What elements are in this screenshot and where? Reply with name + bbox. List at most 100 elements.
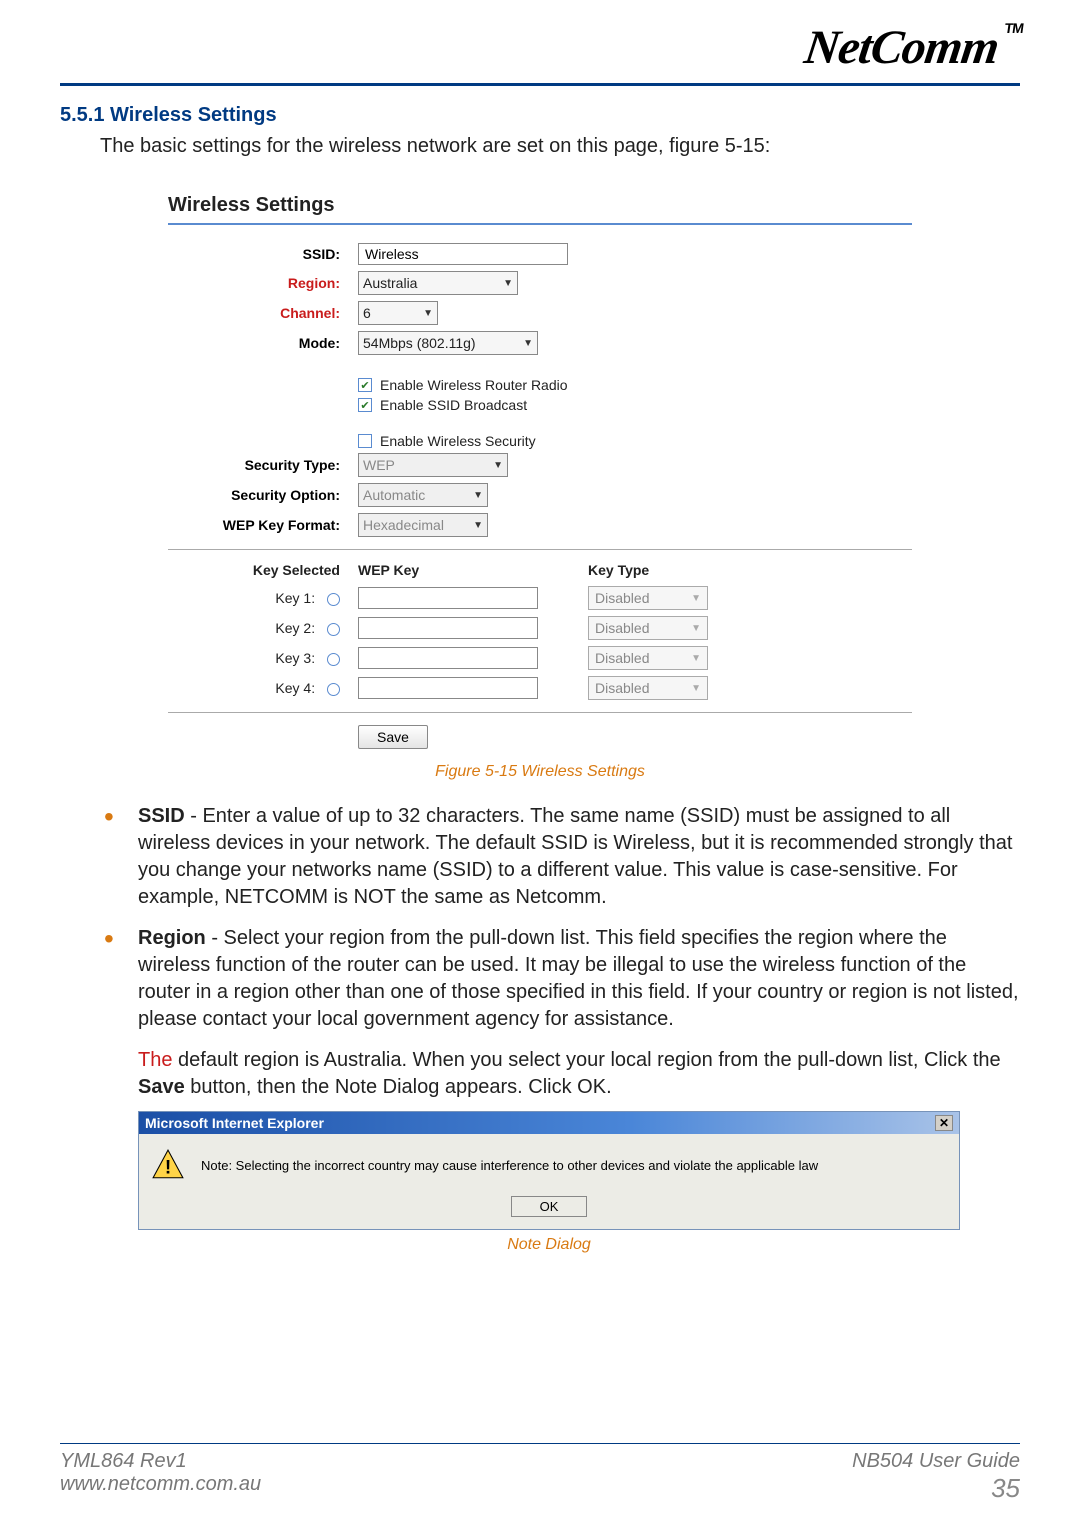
close-icon[interactable]: ✕: [935, 1115, 953, 1131]
mode-label: Mode:: [168, 335, 358, 351]
footer-guide: NB504 User Guide: [852, 1450, 1020, 1473]
divider: [168, 549, 912, 550]
chevron-down-icon: ▼: [473, 490, 483, 501]
wep-key-input[interactable]: [358, 587, 538, 609]
key-type-select[interactable]: Disabled ▼: [588, 646, 708, 670]
footer-page: 35: [852, 1473, 1020, 1504]
key-radio[interactable]: [327, 593, 340, 606]
page-footer: YML864 Rev1 www.netcomm.com.au NB504 Use…: [60, 1443, 1020, 1504]
section-heading: 5.5.1 Wireless Settings: [60, 104, 1020, 127]
chevron-down-icon: ▼: [691, 623, 701, 634]
figure-caption: Figure 5-15 Wireless Settings: [60, 763, 1020, 781]
brand-tm: TM: [1003, 20, 1023, 36]
key-type-value: Disabled: [595, 620, 649, 636]
wep-format-value: Hexadecimal: [363, 517, 444, 533]
ssid-input[interactable]: [358, 243, 568, 265]
wep-key-input[interactable]: [358, 647, 538, 669]
wep-header-selected: Key Selected: [168, 562, 358, 578]
enable-wireless-security-checkbox[interactable]: [358, 434, 372, 448]
key-radio[interactable]: [327, 683, 340, 696]
footer-url: www.netcomm.com.au: [60, 1473, 261, 1496]
enable-wireless-security-label: Enable Wireless Security: [380, 433, 536, 449]
wep-key-row: Key 3: Disabled ▼: [168, 646, 912, 670]
chevron-down-icon: ▼: [691, 593, 701, 604]
security-type-select[interactable]: WEP ▼: [358, 453, 508, 477]
svg-text:!: !: [165, 1158, 171, 1179]
security-option-select[interactable]: Automatic ▼: [358, 483, 488, 507]
wep-key-input[interactable]: [358, 677, 538, 699]
wep-format-label: WEP Key Format:: [168, 517, 358, 533]
save-button[interactable]: Save: [358, 725, 428, 749]
chevron-down-icon: ▼: [503, 278, 513, 289]
key-type-select[interactable]: Disabled ▼: [588, 586, 708, 610]
ok-button[interactable]: OK: [511, 1196, 588, 1217]
wireless-settings-panel: Wireless Settings SSID: Region: Australi…: [150, 182, 930, 755]
dialog-titlebar: Microsoft Internet Explorer ✕: [139, 1112, 959, 1134]
channel-label: Channel:: [168, 305, 358, 321]
chevron-down-icon: ▼: [473, 520, 483, 531]
enable-ssid-broadcast-label: Enable SSID Broadcast: [380, 397, 527, 413]
divider: [168, 712, 912, 713]
key-type-value: Disabled: [595, 650, 649, 666]
chevron-down-icon: ▼: [523, 338, 533, 349]
channel-select[interactable]: 6 ▼: [358, 301, 438, 325]
bullet-region-text: - Select your region from the pull-down …: [138, 927, 1019, 1030]
note-text-a: default region is Australia. When you se…: [172, 1049, 1000, 1071]
bullet-region: Region - Select your region from the pul…: [104, 925, 1020, 1033]
wep-format-select[interactable]: Hexadecimal ▼: [358, 513, 488, 537]
brand-logo: NetCommTM: [801, 20, 1024, 75]
key-label: Key 3:: [275, 650, 315, 666]
enable-router-radio-label: Enable Wireless Router Radio: [380, 377, 568, 393]
key-radio[interactable]: [327, 653, 340, 666]
chevron-down-icon: ▼: [691, 653, 701, 664]
channel-value: 6: [363, 305, 371, 321]
wep-key-row: Key 2: Disabled ▼: [168, 616, 912, 640]
dialog-body-text: Note: Selecting the incorrect country ma…: [201, 1158, 818, 1173]
wep-key-row: Key 4: Disabled ▼: [168, 676, 912, 700]
region-label: Region:: [168, 275, 358, 291]
security-option-label: Security Option:: [168, 487, 358, 503]
enable-ssid-broadcast-checkbox[interactable]: [358, 398, 372, 412]
key-type-select[interactable]: Disabled ▼: [588, 616, 708, 640]
note-save-bold: Save: [138, 1076, 185, 1098]
chevron-down-icon: ▼: [423, 308, 433, 319]
mode-select[interactable]: 54Mbps (802.11g) ▼: [358, 331, 538, 355]
security-type-value: WEP: [363, 457, 395, 473]
key-type-value: Disabled: [595, 590, 649, 606]
divider: [168, 223, 912, 225]
footer-rev: YML864 Rev1: [60, 1450, 261, 1473]
wep-table-header: Key Selected WEP Key Key Type: [168, 562, 912, 578]
brand-name: NetComm: [801, 21, 1001, 74]
key-label: Key 4:: [275, 680, 315, 696]
bullet-ssid-head: SSID: [138, 805, 185, 827]
note-the: The: [138, 1049, 172, 1071]
security-option-value: Automatic: [363, 487, 425, 503]
key-type-select[interactable]: Disabled ▼: [588, 676, 708, 700]
dialog-title-text: Microsoft Internet Explorer: [145, 1115, 324, 1131]
wep-header-type: Key Type: [588, 562, 748, 578]
warning-icon: !: [151, 1148, 185, 1182]
section-title: Wireless Settings: [110, 104, 277, 126]
note-paragraph: The default region is Australia. When yo…: [138, 1047, 1020, 1101]
dialog-caption: Note Dialog: [138, 1236, 960, 1254]
section-number: 5.5.1: [60, 104, 104, 126]
region-value: Australia: [363, 275, 417, 291]
ssid-label: SSID:: [168, 246, 358, 262]
wep-key-row: Key 1: Disabled ▼: [168, 586, 912, 610]
key-radio[interactable]: [327, 623, 340, 636]
note-text-b: button, then the Note Dialog appears. Cl…: [185, 1076, 612, 1098]
panel-title: Wireless Settings: [168, 194, 912, 217]
key-type-value: Disabled: [595, 680, 649, 696]
wep-key-input[interactable]: [358, 617, 538, 639]
enable-router-radio-checkbox[interactable]: [358, 378, 372, 392]
key-label: Key 1:: [275, 590, 315, 606]
intro-text: The basic settings for the wireless netw…: [100, 135, 1020, 158]
chevron-down-icon: ▼: [691, 683, 701, 694]
key-label: Key 2:: [275, 620, 315, 636]
bullet-region-head: Region: [138, 927, 206, 949]
page-header: NetCommTM: [60, 20, 1020, 86]
bullet-ssid: SSID - Enter a value of up to 32 charact…: [104, 803, 1020, 911]
note-dialog: Microsoft Internet Explorer ✕ ! Note: Se…: [138, 1111, 960, 1230]
region-select[interactable]: Australia ▼: [358, 271, 518, 295]
wep-header-key: WEP Key: [358, 562, 588, 578]
